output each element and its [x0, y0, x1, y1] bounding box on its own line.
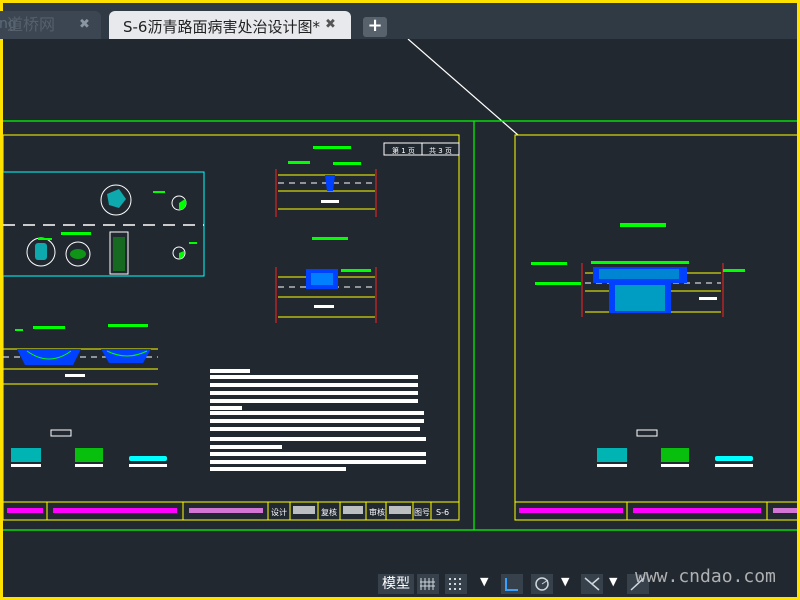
polar-tracking-icon[interactable]	[531, 574, 553, 594]
snap-mode-icon[interactable]	[445, 574, 467, 594]
title-block-left: 设计 复核 审核 图号 S-6	[3, 501, 459, 520]
crack-detail-right	[531, 223, 745, 317]
new-tab-button[interactable]: +	[363, 17, 387, 37]
legend-left	[11, 429, 167, 467]
title-no-label: 图号	[414, 508, 430, 517]
cad-drawing: 第 1 页 共 3 页 设计 复核 审核 图号 S-6	[3, 39, 797, 531]
drawing-canvas[interactable]: 第 1 页 共 3 页 设计 复核 审核 图号 S-6	[3, 39, 797, 572]
model-space-button[interactable]: 模型	[378, 574, 414, 594]
crack-detail-left	[3, 324, 158, 385]
chevron-down-icon[interactable]: ▼	[480, 575, 488, 588]
isometric-draft-icon[interactable]	[581, 574, 603, 594]
tab-active-document[interactable]: S-6沥青路面病害处治设计图* ✖	[109, 11, 351, 39]
close-icon[interactable]: ✖	[325, 17, 336, 32]
sheet-total-text: 共 3 页	[429, 146, 452, 155]
title-check-label: 审核	[369, 507, 385, 517]
notes-block	[210, 369, 426, 471]
watermark-text: 道桥网	[7, 15, 56, 34]
chevron-down-icon[interactable]: ▼	[609, 575, 617, 588]
road-plan-outline	[3, 171, 205, 277]
sheet-right-frame	[514, 134, 797, 521]
watermark-url: www.cndao.com	[635, 566, 776, 587]
tab-active-label: S-6沥青路面病害处治设计图*	[123, 18, 320, 36]
title-review-label: 复核	[321, 507, 337, 517]
close-icon[interactable]: ✖	[79, 17, 90, 32]
ortho-mode-icon[interactable]	[501, 574, 523, 594]
document-tab-bar: ng ✖ S-6沥青路面病害处治设计图* ✖ + 道桥网	[0, 3, 797, 39]
legend-right	[597, 429, 753, 467]
title-block-right	[515, 501, 797, 520]
title-design-label: 设计	[271, 507, 287, 517]
chevron-down-icon[interactable]: ▼	[561, 575, 569, 588]
sheet-page-text: 第 1 页	[392, 146, 415, 155]
drawing-number: S-6	[436, 508, 449, 517]
grid-display-icon[interactable]	[417, 574, 439, 594]
